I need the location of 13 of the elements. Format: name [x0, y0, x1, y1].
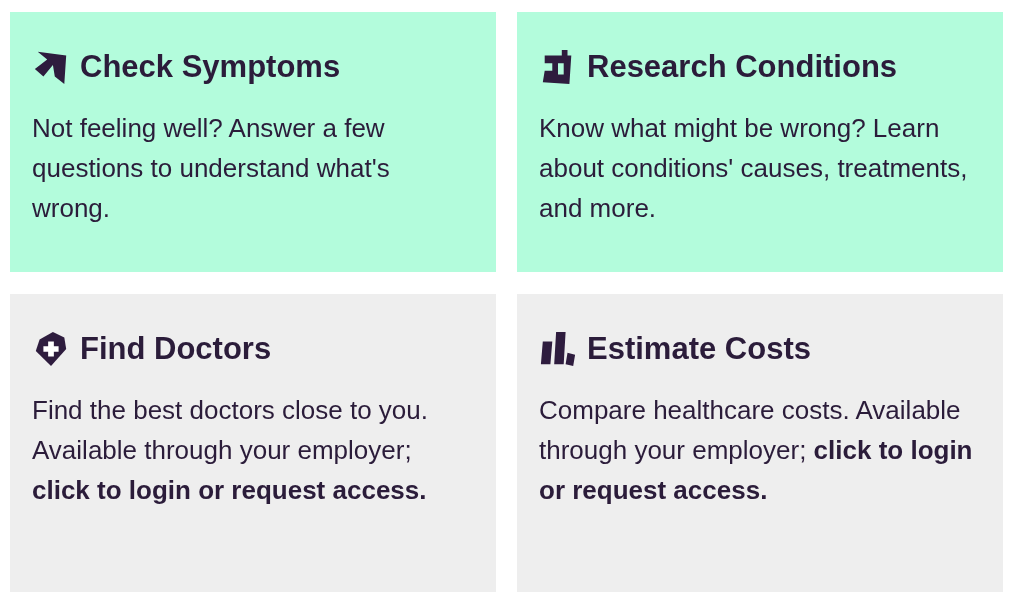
bar-chart-icon: [539, 330, 577, 368]
card-description: Find the best doctors close to you. Available through your employer; click to login or request access.: [32, 394, 429, 507]
feature-card[interactable]: Check Symptoms Not feeling well? Answer a few questions to understand what's wrong.: [10, 12, 496, 272]
feature-card[interactable]: Research Conditions Know what might be wrong? Learn about conditions' causes, treatments, and more.: [517, 12, 1003, 272]
feature-card[interactable]: Estimate Costs Compare healthcare costs. Available through your employer; click to login or request access.: [517, 294, 1003, 592]
card-description: Not feeling well? Answer a few questions to understand what's wrong.: [32, 112, 391, 225]
card-description: Know what might be wrong? Learn about conditions' causes, treatments, and more.: [539, 112, 969, 225]
feature-card[interactable]: Find Doctors Find the best doctors close to you. Available through your employer; click to login or request access.: [10, 294, 496, 592]
card-title: Research Conditions: [587, 49, 898, 85]
card-title: Check Symptoms: [80, 49, 341, 85]
card-title: Find Doctors: [80, 331, 272, 367]
card-title: Estimate Costs: [587, 331, 811, 367]
card-description: Compare healthcare costs. Available through your employer; click to login or request access.: [539, 394, 974, 507]
